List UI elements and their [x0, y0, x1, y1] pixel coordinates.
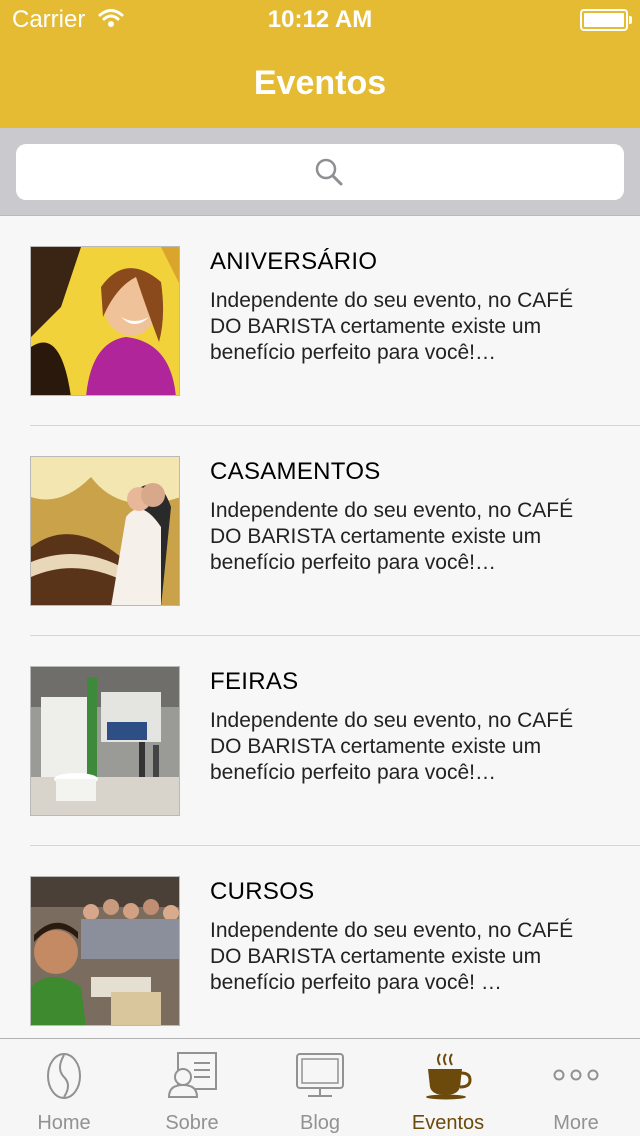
course-photo — [30, 876, 180, 1026]
event-row-aniversario[interactable]: ANIVERSÁRIO Independente do seu evento, … — [0, 216, 640, 426]
wedding-photo — [30, 456, 180, 606]
coffee-bean-icon — [0, 1051, 128, 1101]
tab-blog[interactable]: Blog — [256, 1039, 384, 1136]
event-description: Independente do seu evento, no CAFÉ DO B… — [210, 919, 574, 994]
event-title: FEIRAS — [210, 668, 299, 695]
tab-bar: Home Sobre Blog Eventos More — [0, 1038, 640, 1136]
event-row-feiras[interactable]: FEIRAS Independente do seu evento, no CA… — [0, 636, 640, 846]
event-description: Independente do seu evento, no CAFÉ DO B… — [210, 499, 574, 574]
tab-label: Blog — [299, 1112, 341, 1134]
event-row-cursos[interactable]: CURSOS Independente do seu evento, no CA… — [0, 846, 640, 1038]
fair-photo — [30, 666, 180, 816]
event-description: Independente do seu evento, no CAFÉ DO B… — [210, 709, 574, 784]
tab-label: More — [553, 1112, 599, 1134]
event-title: ANIVERSÁRIO — [210, 248, 378, 275]
more-icon — [512, 1051, 640, 1101]
tab-home[interactable]: Home — [0, 1039, 128, 1136]
coffee-cup-icon — [384, 1051, 512, 1101]
search-icon — [314, 157, 344, 192]
event-description: Independente do seu evento, no CAFÉ DO B… — [210, 289, 574, 364]
navigation-bar: Eventos — [0, 40, 640, 128]
birthday-photo — [30, 246, 180, 396]
tab-sobre[interactable]: Sobre — [128, 1039, 256, 1136]
search-input[interactable] — [16, 144, 624, 200]
event-title: CURSOS — [210, 878, 315, 905]
tab-label: Sobre — [165, 1112, 219, 1134]
search-bar — [0, 128, 640, 216]
battery-icon — [580, 9, 632, 31]
tab-more[interactable]: More — [512, 1039, 640, 1136]
page-title: Eventos — [253, 64, 387, 102]
events-list: ANIVERSÁRIO Independente do seu evento, … — [0, 216, 640, 1038]
clock: 10:12 AM — [267, 6, 373, 33]
event-title: CASAMENTOS — [210, 458, 381, 485]
profile-card-icon — [128, 1051, 256, 1099]
status-bar: Carrier 10:12 AM — [0, 0, 640, 40]
tab-label: Home — [37, 1112, 91, 1134]
tab-eventos[interactable]: Eventos — [384, 1039, 512, 1136]
monitor-icon — [256, 1051, 384, 1101]
event-row-casamentos[interactable]: CASAMENTOS Independente do seu evento, n… — [0, 426, 640, 636]
tab-label: Eventos — [411, 1112, 485, 1134]
